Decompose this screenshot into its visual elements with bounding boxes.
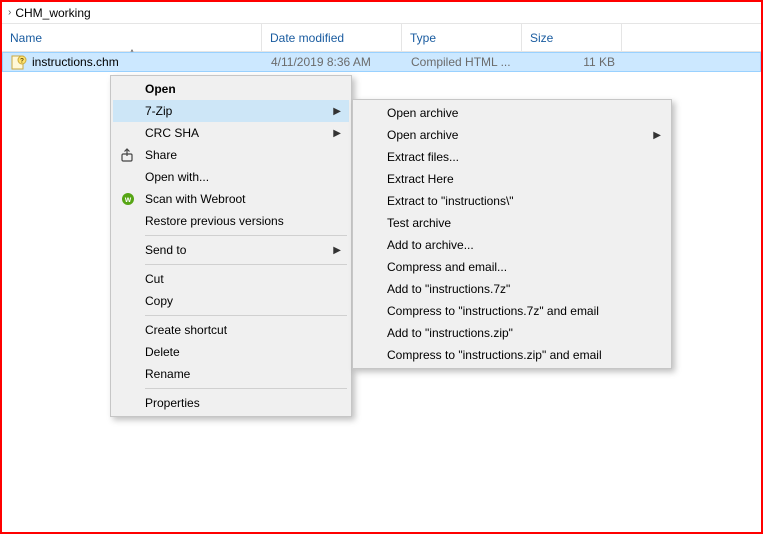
menu-7zip[interactable]: 7-Zip ▶ — [113, 100, 349, 122]
menu-separator — [145, 388, 347, 389]
file-type: Compiled HTML ... — [403, 55, 523, 69]
menu-rename[interactable]: Rename — [113, 363, 349, 385]
file-date: 4/11/2019 8:36 AM — [263, 55, 403, 69]
submenu-add-7z[interactable]: Add to "instructions.7z" — [355, 278, 669, 300]
chm-file-icon: ? — [11, 54, 27, 70]
file-name: instructions.chm — [32, 55, 119, 69]
submenu-test-archive[interactable]: Test archive — [355, 212, 669, 234]
svg-text:w: w — [124, 195, 132, 204]
explorer-window: › CHM_working Name ˄ Date modified Type … — [0, 0, 763, 534]
context-menu: Open 7-Zip ▶ CRC SHA ▶ Share Open with..… — [110, 75, 352, 417]
menu-separator — [145, 235, 347, 236]
submenu-7zip: Open archive Open archive ▶ Extract file… — [352, 99, 672, 369]
file-size: 11 KB — [523, 55, 623, 69]
menu-open[interactable]: Open — [113, 78, 349, 100]
menu-crc-sha[interactable]: CRC SHA ▶ — [113, 122, 349, 144]
menu-separator — [145, 315, 347, 316]
column-name[interactable]: Name — [2, 24, 262, 51]
breadcrumb-folder: CHM_working — [15, 6, 90, 20]
menu-restore-versions[interactable]: Restore previous versions — [113, 210, 349, 232]
chevron-right-icon: ▶ — [333, 245, 341, 256]
chevron-right-icon: ▶ — [653, 130, 661, 141]
file-list[interactable]: ? instructions.chm 4/11/2019 8:36 AM Com… — [2, 52, 761, 72]
submenu-open-archive[interactable]: Open archive — [355, 102, 669, 124]
submenu-compress-zip-email[interactable]: Compress to "instructions.zip" and email — [355, 344, 669, 366]
submenu-add-to-archive[interactable]: Add to archive... — [355, 234, 669, 256]
menu-properties[interactable]: Properties — [113, 392, 349, 414]
menu-separator — [145, 264, 347, 265]
share-icon — [119, 146, 137, 164]
menu-open-with[interactable]: Open with... — [113, 166, 349, 188]
submenu-add-zip[interactable]: Add to "instructions.zip" — [355, 322, 669, 344]
menu-send-to[interactable]: Send to ▶ — [113, 239, 349, 261]
submenu-compress-7z-email[interactable]: Compress to "instructions.7z" and email — [355, 300, 669, 322]
submenu-extract-to[interactable]: Extract to "instructions\" — [355, 190, 669, 212]
submenu-extract-files[interactable]: Extract files... — [355, 146, 669, 168]
column-size[interactable]: Size — [522, 24, 622, 51]
chevron-right-icon: ▶ — [333, 106, 341, 117]
breadcrumb[interactable]: › CHM_working — [2, 2, 761, 24]
menu-share[interactable]: Share — [113, 144, 349, 166]
file-row[interactable]: ? instructions.chm 4/11/2019 8:36 AM Com… — [2, 52, 761, 72]
menu-scan-webroot[interactable]: w Scan with Webroot — [113, 188, 349, 210]
webroot-icon: w — [119, 190, 137, 208]
chevron-right-icon: › — [8, 7, 11, 18]
column-headers: Name ˄ Date modified Type Size — [2, 24, 761, 52]
menu-copy[interactable]: Copy — [113, 290, 349, 312]
column-type[interactable]: Type — [402, 24, 522, 51]
submenu-open-archive-more[interactable]: Open archive ▶ — [355, 124, 669, 146]
submenu-compress-email[interactable]: Compress and email... — [355, 256, 669, 278]
column-date[interactable]: Date modified — [262, 24, 402, 51]
submenu-extract-here[interactable]: Extract Here — [355, 168, 669, 190]
menu-cut[interactable]: Cut — [113, 268, 349, 290]
menu-create-shortcut[interactable]: Create shortcut — [113, 319, 349, 341]
svg-text:?: ? — [20, 58, 24, 65]
chevron-right-icon: ▶ — [333, 128, 341, 139]
menu-delete[interactable]: Delete — [113, 341, 349, 363]
